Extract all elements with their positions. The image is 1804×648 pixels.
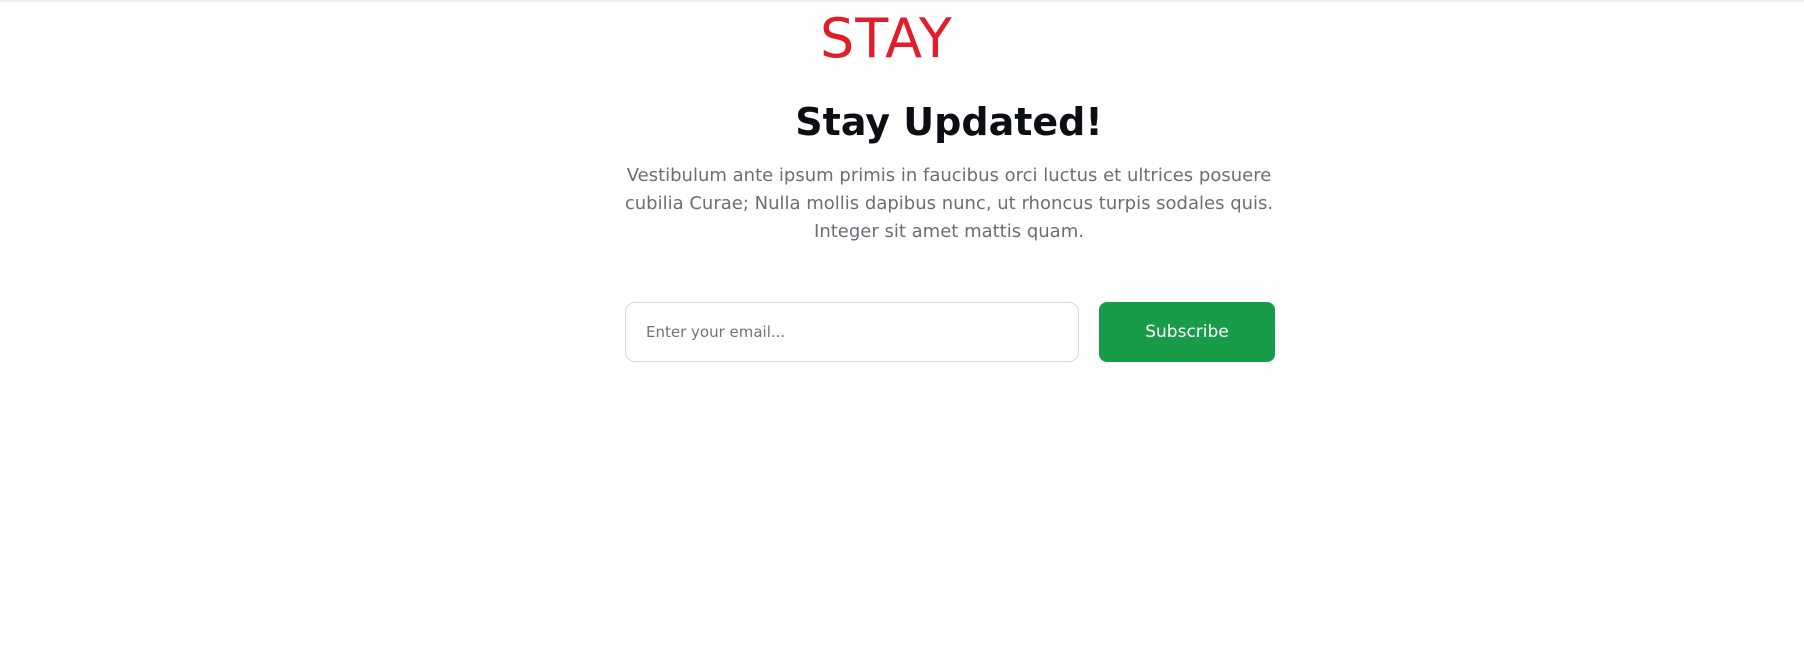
top-divider bbox=[0, 0, 1804, 2]
email-input[interactable] bbox=[626, 303, 1078, 361]
email-field[interactable] bbox=[625, 302, 1079, 362]
newsletter-title: Stay Updated! bbox=[795, 100, 1103, 144]
subscribe-form: Subscribe bbox=[625, 302, 1275, 362]
brand-logo[interactable]: STAY bbox=[820, 4, 953, 74]
subscribe-button[interactable]: Subscribe bbox=[1099, 302, 1275, 362]
newsletter-description: Vestibulum ante ipsum primis in faucibus… bbox=[624, 165, 1274, 242]
newsletter-page: STAY Stay Updated! Vestibulum ante ipsum… bbox=[0, 0, 1804, 648]
